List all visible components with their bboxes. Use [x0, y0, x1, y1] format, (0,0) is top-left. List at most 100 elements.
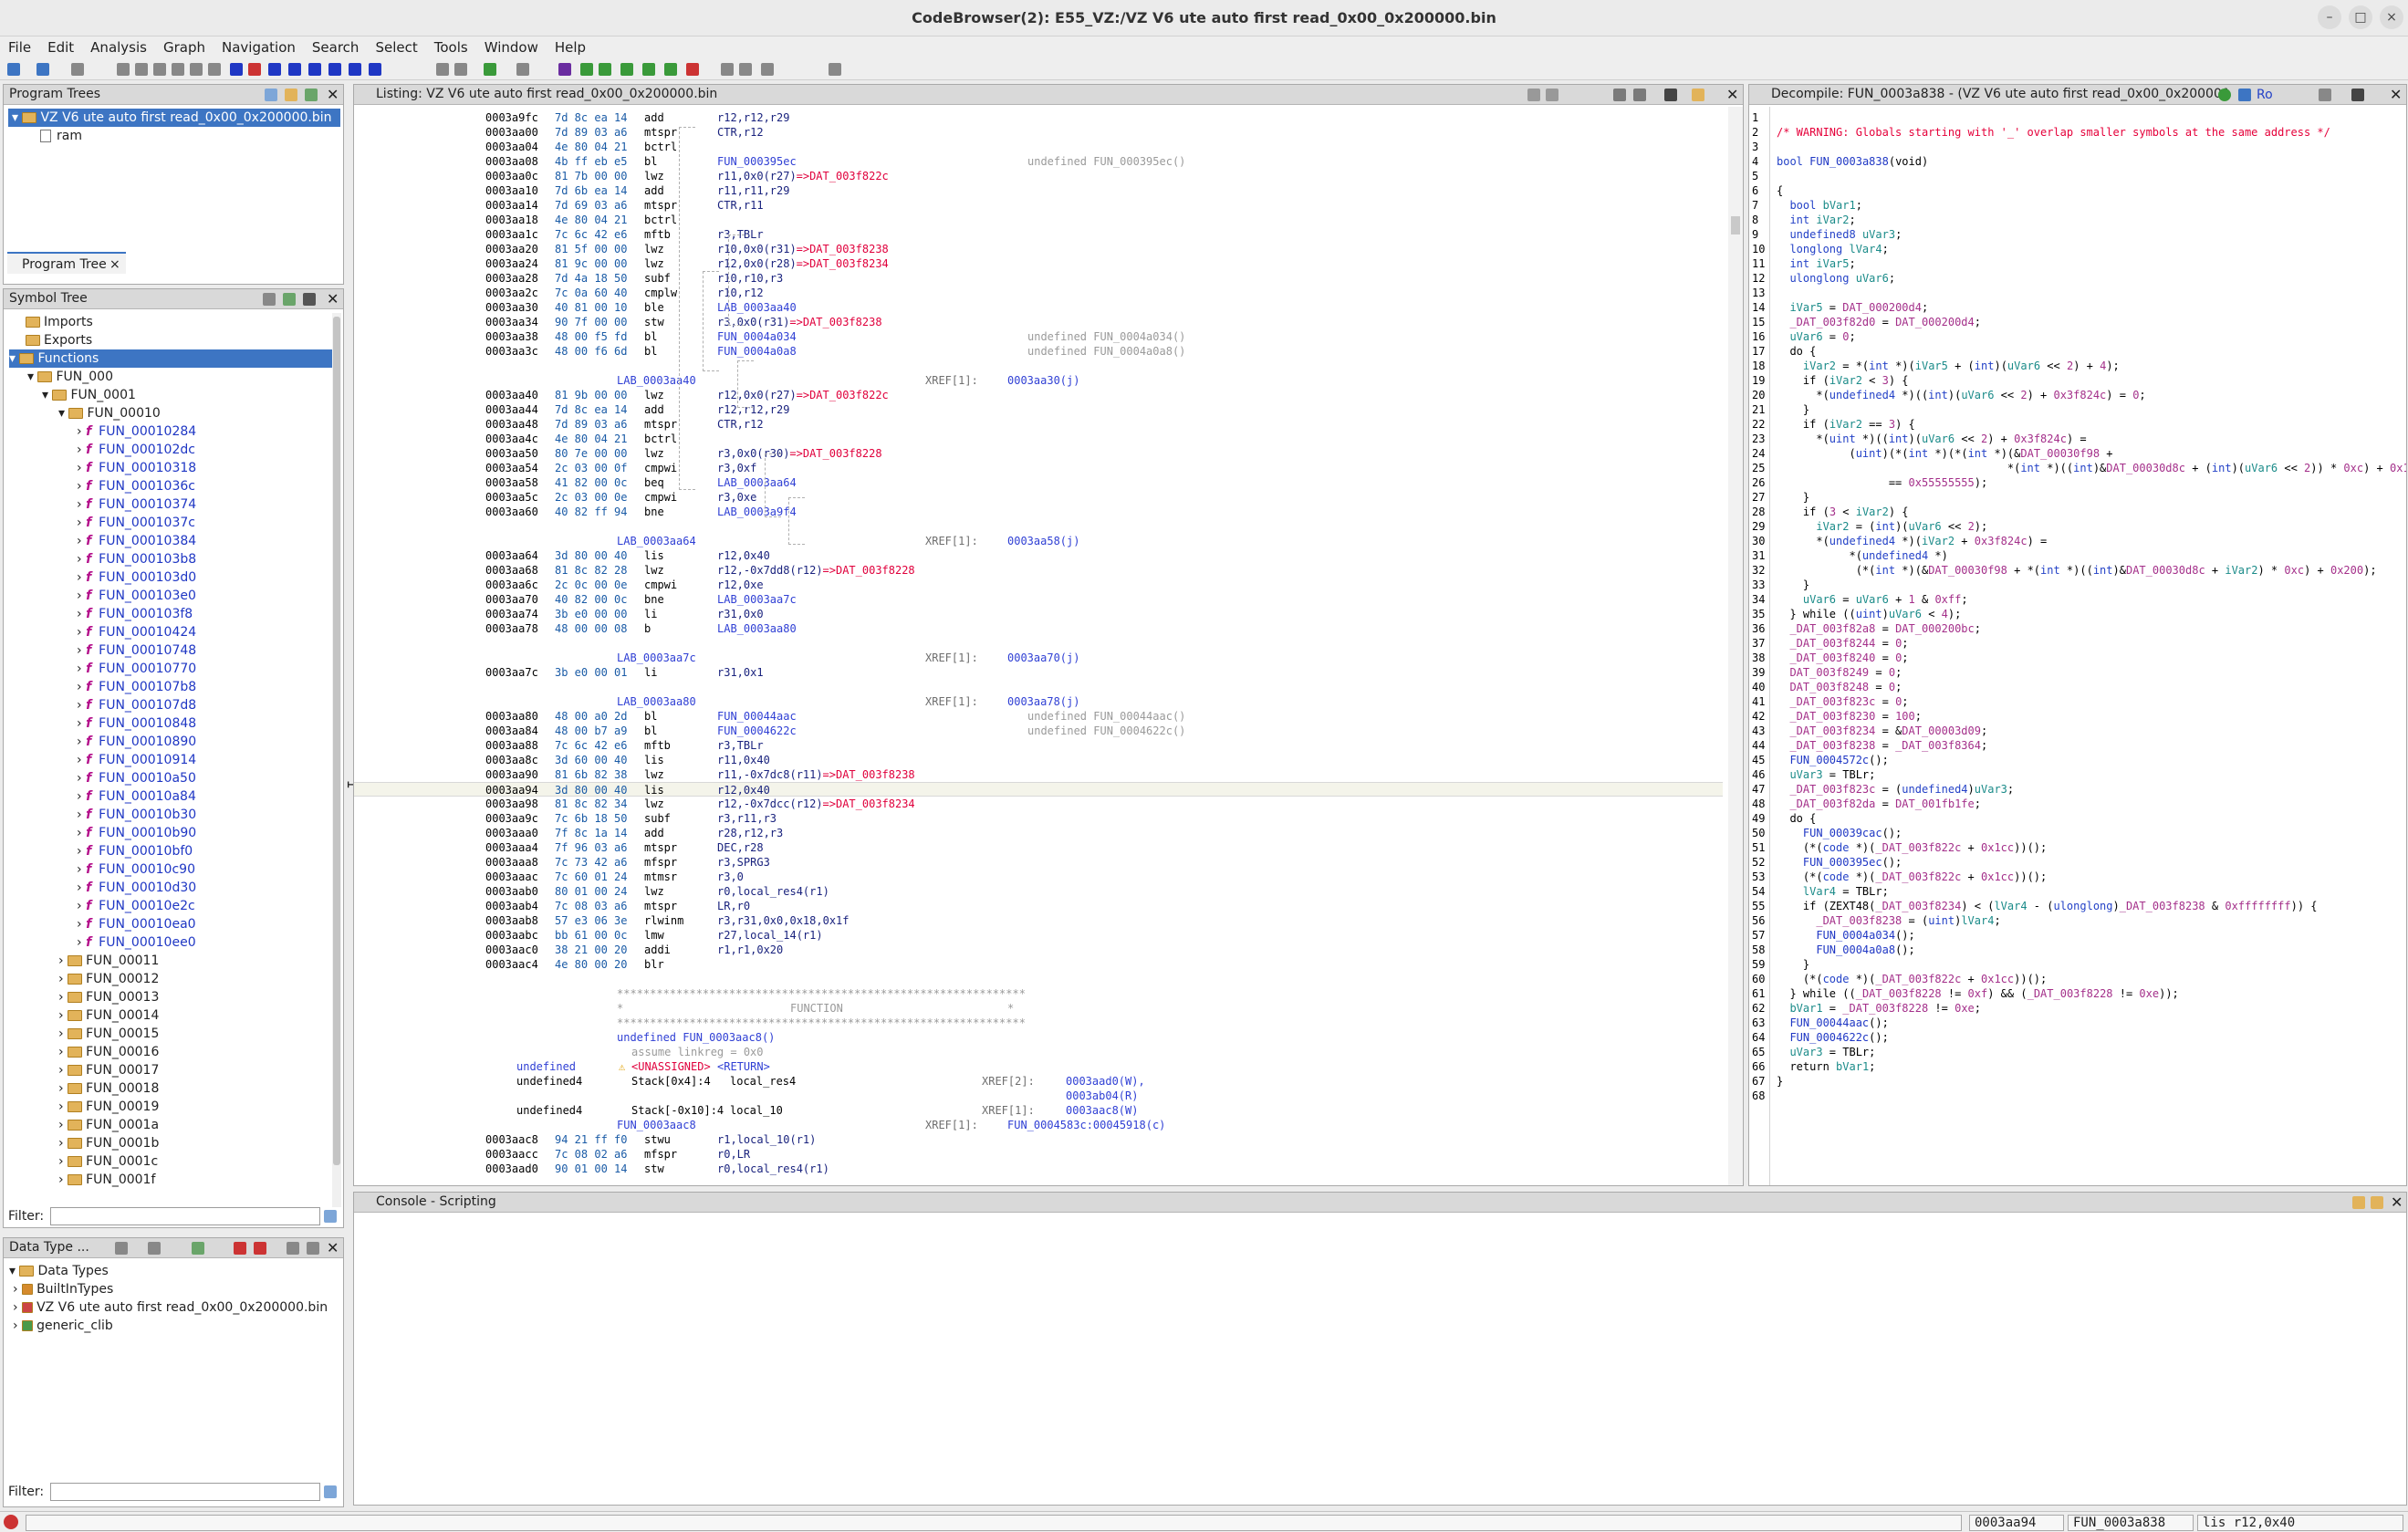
- decompile-line[interactable]: _DAT_003f82a8 = DAT_000200bc;: [1777, 621, 1981, 636]
- decompile-line[interactable]: *(int *)((int)&DAT_00030d8c + (int)(uVar…: [1777, 461, 2406, 475]
- symbol-function-item[interactable]: › f FUN_00010384: [77, 532, 196, 550]
- decompile-line[interactable]: ulonglong uVar6;: [1777, 271, 1895, 286]
- toolbar-tool-icon[interactable]: [172, 63, 184, 76]
- decompile-line[interactable]: (*(code *)(_DAT_003f822c + 0x1cc))();: [1777, 840, 2047, 855]
- export-icon[interactable]: [2238, 89, 2251, 101]
- symbol-function-item[interactable]: › f FUN_0001036c: [77, 477, 195, 495]
- listing-line[interactable]: 0003aa3c 48 00 f6 6d bl FUN_0004a0a8 undefin…: [354, 344, 1723, 359]
- listing-line[interactable]: 0003aacc 7c 08 02 a6 mfspr r0,LR: [354, 1147, 1723, 1162]
- toolbar-tool-icon[interactable]: [153, 63, 166, 76]
- listing-line[interactable]: 0003aa18 4e 80 04 21 bctrl: [354, 213, 1723, 227]
- field-edit-icon[interactable]: [1613, 89, 1626, 101]
- listing-line[interactable]: 0003aaac 7c 60 01 24 mtmsr r3,0: [354, 870, 1723, 884]
- decompile-line[interactable]: _DAT_003f823c = 0;: [1777, 694, 1908, 709]
- decompile-line[interactable]: }: [1777, 957, 1809, 972]
- decompile-line[interactable]: }: [1777, 1074, 1783, 1089]
- folder-icon[interactable]: [285, 89, 297, 101]
- listing-line[interactable]: 0003aab4 7c 08 03 a6 mtspr LR,r0: [354, 899, 1723, 913]
- error-icon[interactable]: [4, 1515, 18, 1529]
- listing-line[interactable]: LAB_0003aa40 XREF[1]: 0003aa30(j): [354, 373, 1723, 388]
- edit-icon[interactable]: [2319, 89, 2331, 101]
- listing-line[interactable]: undefined4 Stack[-0x10]:4 local_10 XREF[1]:…: [354, 1103, 1723, 1118]
- symbol-function-item[interactable]: › f FUN_00010d30: [77, 879, 196, 897]
- symbol-function-item[interactable]: › f FUN_00010890: [77, 733, 196, 751]
- decompile-line[interactable]: }: [1777, 490, 1809, 505]
- listing-line[interactable]: ****************************************…: [354, 986, 1723, 1001]
- clear-icon[interactable]: [2371, 1196, 2383, 1209]
- listing-line[interactable]: 0003aaa0 7f 8c 1a 14 add r28,r12,r3: [354, 826, 1723, 840]
- add-icon[interactable]: [283, 293, 296, 306]
- decompile-line[interactable]: }: [1777, 578, 1809, 592]
- toolbar-tool-icon[interactable]: [642, 63, 655, 76]
- lock-icon[interactable]: [2352, 1196, 2365, 1209]
- decompile-line[interactable]: *(undefined4 *)((int)(uVar6 << 2) + 0x3f…: [1777, 388, 2145, 402]
- maximize-icon[interactable]: □: [2349, 5, 2372, 29]
- listing-line[interactable]: 0003aa78 48 00 00 08 b LAB_0003aa80: [354, 621, 1723, 636]
- decompile-line[interactable]: _DAT_003f8238 = (uint)lVar4;: [1777, 913, 2000, 928]
- decompile-line[interactable]: *(undefined4 *)(iVar2 + 0x3f824c) =: [1777, 534, 2047, 548]
- data-type-filter-input[interactable]: [50, 1483, 320, 1501]
- listing-line[interactable]: ****************************************…: [354, 1016, 1723, 1030]
- listing-line[interactable]: 0003aa1c 7c 6c 42 e6 mftb r3,TBLr: [354, 227, 1723, 242]
- toolbar-tool-icon[interactable]: [664, 63, 677, 76]
- decompile-line[interactable]: iVar5 = DAT_000200d4;: [1777, 300, 1928, 315]
- listing-line[interactable]: 0003aa2c 7c 0a 60 40 cmplw r10,r12: [354, 286, 1723, 300]
- symbol-tree-scrollbar[interactable]: [332, 313, 341, 1207]
- toolbar-tool-icon[interactable]: [208, 63, 221, 76]
- symbol-folder-item[interactable]: › FUN_0001b: [58, 1134, 159, 1152]
- symbol-folder-fun-0001[interactable]: ▾ FUN_0001: [42, 386, 136, 404]
- listing-line[interactable]: 0003aa7c 3b e0 00 01 li r31,0x1: [354, 665, 1723, 680]
- decompile-line[interactable]: lVar4 = TBLr;: [1777, 884, 1889, 899]
- close-icon[interactable]: ✕: [2391, 1193, 2403, 1211]
- toolbar-tool-icon[interactable]: [308, 63, 321, 76]
- listing-line[interactable]: 0003aa6c 2c 0c 00 0e cmpwi r12,0xe: [354, 578, 1723, 592]
- decompile-line[interactable]: } while ((uint)uVar6 < 4);: [1777, 607, 1961, 621]
- decompile-line[interactable]: _DAT_003f8238 = _DAT_003f8364;: [1777, 738, 1987, 753]
- listing-line[interactable]: 0003aaa8 7c 73 42 a6 mfspr r3,SPRG3: [354, 855, 1723, 870]
- symbol-functions[interactable]: ▾ Functions: [9, 349, 332, 368]
- listing-line[interactable]: FUN_0003aac8 XREF[1]: FUN_0004583c:0004591…: [354, 1118, 1723, 1132]
- decompile-line[interactable]: FUN_0004a034();: [1777, 928, 1914, 943]
- symbol-folder-item[interactable]: › FUN_00011: [58, 952, 159, 970]
- listing-line[interactable]: 0003aa14 7d 69 03 a6 mtspr CTR,r11: [354, 198, 1723, 213]
- listing-line[interactable]: 0003aa28 7d 4a 18 50 subf r10,r10,r3: [354, 271, 1723, 286]
- decompile-line[interactable]: _DAT_003f8240 = 0;: [1777, 651, 1908, 665]
- listing-line[interactable]: 0003aa0c 81 7b 00 00 lwz r11,0x0(r27) =>DAT_…: [354, 169, 1723, 183]
- symbol-folder-item[interactable]: › FUN_00014: [58, 1006, 159, 1025]
- listing-line[interactable]: 0003aa8c 3d 60 00 40 lis r11,0x40: [354, 753, 1723, 767]
- decompile-line[interactable]: uVar3 = TBLr;: [1777, 1045, 1875, 1059]
- decompile-line[interactable]: DAT_003f8249 = 0;: [1777, 665, 1902, 680]
- symbol-function-item[interactable]: › f FUN_000107d8: [77, 696, 196, 714]
- collapse-icon[interactable]: [287, 1242, 299, 1255]
- create-icon[interactable]: [263, 293, 276, 306]
- listing-line[interactable]: 0003aa50 80 7e 00 00 lwz r3,0x0(r30) =>DAT_0…: [354, 446, 1723, 461]
- decompile-line[interactable]: (*(code *)(_DAT_003f822c + 0x1cc))();: [1777, 870, 2047, 884]
- decompile-line[interactable]: int iVar5;: [1777, 256, 1855, 271]
- listing-line[interactable]: 0003aabc bb 61 00 0c lmw r27,local_14(r1): [354, 928, 1723, 943]
- listing-body[interactable]: 0003a9fc 7d 8c ea 14 add r12,r12,r29 0003aa0…: [354, 107, 1723, 1185]
- toolbar-tool-icon[interactable]: [739, 63, 752, 76]
- listing-line[interactable]: 0003aab0 80 01 00 24 lwz r0,local_res4(r1): [354, 884, 1723, 899]
- listing-line[interactable]: 0003aa9c 7c 6b 18 50 subf r3,r11,r3: [354, 811, 1723, 826]
- toolbar-tool-icon[interactable]: [721, 63, 734, 76]
- close-icon[interactable]: ×: [2380, 5, 2403, 29]
- open-tree-icon[interactable]: [265, 89, 277, 101]
- diff-icon[interactable]: [1633, 89, 1646, 101]
- symbol-filter-input[interactable]: [50, 1207, 320, 1225]
- symbol-function-item[interactable]: › f FUN_00010a50: [77, 769, 196, 787]
- listing-line[interactable]: LAB_0003aa64 XREF[1]: 0003aa58(j): [354, 534, 1723, 548]
- decompile-line[interactable]: int iVar2;: [1777, 213, 1855, 227]
- symbol-function-item[interactable]: › f FUN_00010374: [77, 495, 196, 514]
- symbol-folder-item[interactable]: › FUN_0001a: [58, 1116, 159, 1134]
- decompile-line[interactable]: uVar6 = 0;: [1777, 329, 1855, 344]
- toolbar-tool-icon[interactable]: [7, 63, 20, 76]
- listing-line[interactable]: undefined4 Stack[0x4]:4 local_res4 XREF[2]:…: [354, 1074, 1723, 1089]
- decompile-line[interactable]: if (iVar2 < 3) {: [1777, 373, 1909, 388]
- decompile-line[interactable]: if (ZEXT48(_DAT_003f8234) < (lVar4 - (ul…: [1777, 899, 2318, 913]
- listing-line[interactable]: 0003aa54 2c 03 00 0f cmpwi r3,0xf: [354, 461, 1723, 475]
- decompile-line[interactable]: _DAT_003f823c = (undefined4)uVar3;: [1777, 782, 2014, 797]
- decompile-body[interactable]: 1 2/* WARNING: Globals starting with '_' …: [1749, 107, 2406, 1185]
- menu-analysis[interactable]: Analysis: [82, 36, 155, 56]
- listing-line[interactable]: 0003aa48 7d 89 03 a6 mtspr CTR,r12: [354, 417, 1723, 432]
- listing-line[interactable]: 0003aab8 57 e3 06 3e rlwinm r3,r31,0x0,0x18…: [354, 913, 1723, 928]
